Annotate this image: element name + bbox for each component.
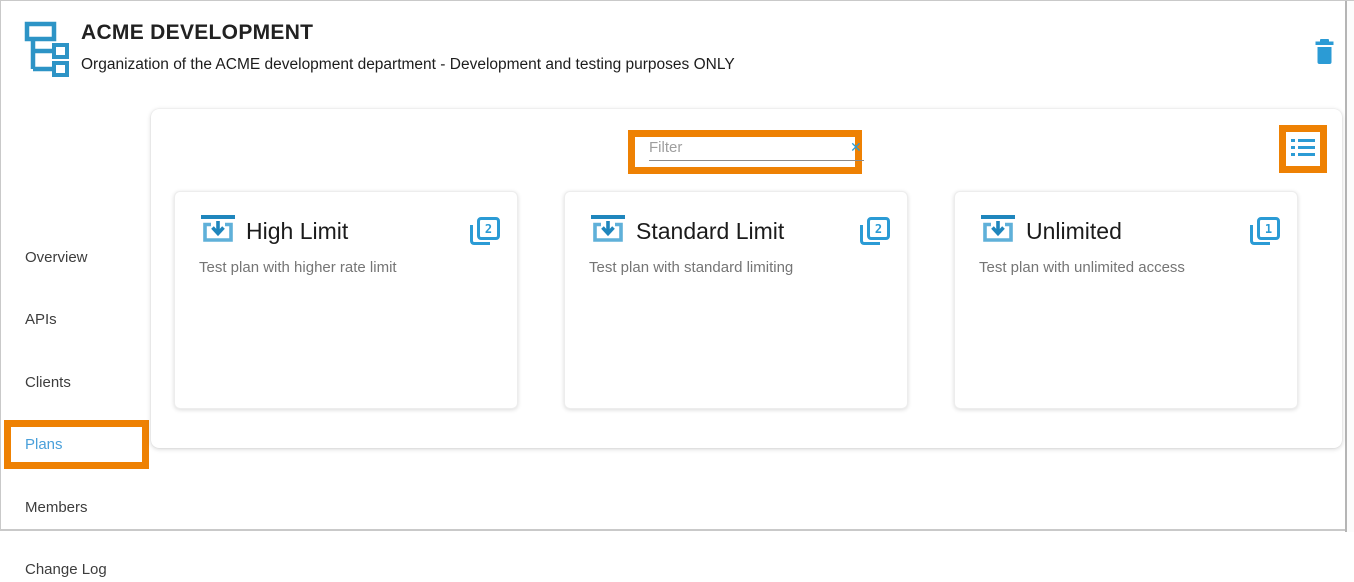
plan-title: Unlimited	[1026, 218, 1122, 245]
sidebar-item-apis[interactable]: APIs	[1, 306, 151, 332]
api-count-badge-icon: 2	[860, 217, 890, 245]
filter-input[interactable]	[649, 137, 848, 160]
trash-icon	[1312, 53, 1337, 68]
plan-card-header: Unlimited 1	[979, 212, 1280, 250]
clear-x-icon: ✕	[850, 139, 862, 155]
plan-card-high-limit[interactable]: High Limit 2 Test plan with higher rate …	[174, 191, 518, 409]
filter-field: ✕	[649, 137, 864, 161]
sidebar-item-members[interactable]: Members	[1, 494, 151, 520]
sidebar-item-clients[interactable]: Clients	[1, 369, 151, 395]
plan-card-header: High Limit 2	[199, 212, 500, 250]
plans-panel: ✕ High Li	[151, 109, 1342, 448]
sidebar-item-plans[interactable]: Plans	[4, 420, 149, 469]
filter-annotation-box: ✕	[628, 130, 862, 174]
list-view-icon	[1291, 138, 1315, 160]
plan-icon	[979, 214, 1017, 249]
filter-clear-button[interactable]: ✕	[848, 140, 864, 157]
badge-count: 1	[1257, 217, 1280, 240]
delete-organization-button[interactable]	[1307, 34, 1341, 68]
sidebar-item-change-log[interactable]: Change Log	[1, 556, 151, 582]
plan-description: Test plan with standard limiting	[589, 259, 793, 276]
sidebar-item-overview[interactable]: Overview	[1, 244, 151, 270]
window-right-gutter	[1345, 1, 1354, 532]
badge-count: 2	[867, 217, 890, 240]
plan-title: Standard Limit	[636, 218, 784, 245]
sidebar-nav: Overview APIs Clients Plans Members Chan…	[1, 101, 151, 532]
plan-icon	[589, 214, 627, 249]
plan-card-header: Standard Limit 2	[589, 212, 890, 250]
api-count-badge-icon: 2	[470, 217, 500, 245]
plan-title: High Limit	[246, 218, 348, 245]
page-subtitle: Organization of the ACME development dep…	[81, 56, 735, 74]
plan-card-unlimited[interactable]: Unlimited 1 Test plan with unlimited acc…	[954, 191, 1298, 409]
list-view-annotation-box	[1279, 125, 1327, 173]
plan-icon	[199, 214, 237, 249]
list-view-toggle-button[interactable]	[1291, 138, 1315, 160]
plan-description: Test plan with unlimited access	[979, 259, 1185, 276]
page-title: ACME DEVELOPMENT	[81, 21, 313, 45]
organization-header: ACME DEVELOPMENT Organization of the ACM…	[1, 1, 1346, 101]
plan-card-standard-limit[interactable]: Standard Limit 2 Test plan with standard…	[564, 191, 908, 409]
org-hierarchy-icon	[23, 20, 73, 85]
plan-description: Test plan with higher rate limit	[199, 259, 397, 276]
api-count-badge-icon: 1	[1250, 217, 1280, 245]
badge-count: 2	[477, 217, 500, 240]
